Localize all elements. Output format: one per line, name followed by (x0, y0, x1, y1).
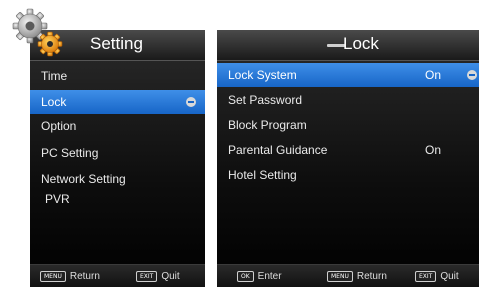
menu-item-label: Lock (41, 95, 67, 109)
lock-item-label: Block Program (228, 118, 307, 132)
arrow-indicator-icon (186, 97, 196, 107)
lock-item-label: Set Password (228, 93, 303, 107)
exit-key-icon: EXIT (415, 270, 437, 282)
lock-item-parental-guidance[interactable]: Parental Guidance On (217, 138, 479, 162)
menu-key-icon: MENU (327, 270, 353, 282)
menu-item-label: Option (41, 119, 77, 133)
quit-key-hint[interactable]: EXIT Quit (415, 270, 459, 282)
lock-item-block-program[interactable]: Block Program (217, 113, 479, 137)
menu-item-label: Time (41, 69, 68, 83)
return-label: Return (69, 270, 100, 282)
menu-item-label: PC Setting (41, 146, 99, 160)
enter-key-hint[interactable]: OK Enter (237, 270, 282, 282)
lock-title: Lock (343, 34, 379, 53)
lock-item-label: Parental Guidance (228, 143, 328, 157)
settings-menu-list: Time Lock Option PC Setting Network Sett… (30, 64, 205, 211)
quit-label: Quit (440, 270, 459, 282)
arrow-indicator-icon (467, 70, 477, 80)
lock-footer: OK Enter MENU Return EXIT Quit (217, 264, 479, 287)
menu-key-icon: MENU (40, 270, 66, 282)
quit-key-hint[interactable]: EXIT Quit (136, 270, 180, 282)
lock-item-set-password[interactable]: Set Password (217, 88, 479, 112)
settings-footer: MENU Return EXIT Quit (30, 264, 205, 287)
settings-title: Setting (90, 34, 143, 53)
settings-menu-panel: Setting Time Lock Option PC Setting Netw… (30, 30, 205, 287)
lock-item-hotel-setting[interactable]: Hotel Setting (217, 163, 479, 187)
exit-key-icon: EXIT (136, 270, 158, 282)
gears-icon (12, 8, 63, 57)
lock-menu-list: Lock System On Set Password Block Progra… (217, 63, 479, 187)
lock-item-value: On (425, 143, 442, 157)
lock-submenu-panel: Lock Lock System On Set Password Block P… (217, 30, 479, 287)
enter-label: Enter (257, 270, 282, 282)
menu-item-label: Network Setting (41, 172, 126, 186)
lock-item-lock-system[interactable]: Lock System On (217, 63, 479, 87)
lock-item-label: Lock System (228, 68, 297, 82)
ok-key-icon: OK (237, 270, 254, 282)
return-label: Return (356, 270, 387, 282)
menu-item-pc-setting[interactable]: PC Setting (30, 141, 205, 165)
lock-header: Lock (217, 30, 479, 61)
return-key-hint[interactable]: MENU Return (327, 270, 387, 282)
lock-item-label: Hotel Setting (228, 168, 297, 182)
menu-item-label: PVR (45, 192, 70, 206)
menu-item-lock[interactable]: Lock (30, 90, 205, 114)
lock-item-value: On (425, 68, 442, 82)
menu-item-option[interactable]: Option (30, 114, 205, 138)
menu-item-pvr[interactable]: PVR (30, 187, 205, 211)
return-key-hint[interactable]: MENU Return (40, 270, 100, 282)
quit-label: Quit (161, 270, 180, 282)
menu-item-time[interactable]: Time (30, 64, 205, 88)
